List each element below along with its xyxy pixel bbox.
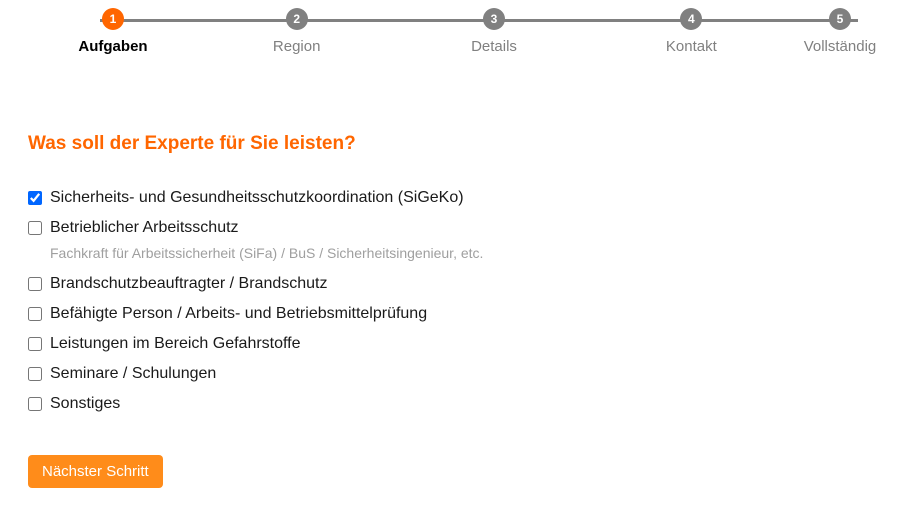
step-aufgaben[interactable]: 1 Aufgaben — [28, 8, 198, 55]
label-sonstiges[interactable]: Sonstiges — [50, 395, 120, 413]
checkbox-gefahrstoffe[interactable] — [28, 337, 42, 351]
label-gefahrstoffe[interactable]: Leistungen im Bereich Gefahrstoffe — [50, 335, 301, 353]
step-kontakt[interactable]: 4 Kontakt — [593, 8, 790, 55]
form-heading: Was soll der Experte für Sie leisten? — [28, 133, 890, 155]
checkbox-sonstiges[interactable] — [28, 397, 42, 411]
hint-arbeitsschutz: Fachkraft für Arbeitssicherheit (SiFa) /… — [50, 245, 890, 261]
step-circle-3: 3 — [483, 8, 505, 30]
checkbox-brandschutz[interactable] — [28, 277, 42, 291]
label-brandschutz[interactable]: Brandschutzbeauftragter / Brandschutz — [50, 275, 328, 293]
option-brandschutz: Brandschutzbeauftragter / Brandschutz — [28, 275, 890, 293]
step-circle-2: 2 — [286, 8, 308, 30]
label-befaehigte[interactable]: Befähigte Person / Arbeits- und Betriebs… — [50, 305, 427, 323]
step-details[interactable]: 3 Details — [395, 8, 592, 55]
step-label-1: Aufgaben — [78, 38, 147, 55]
step-circle-4: 4 — [680, 8, 702, 30]
stepper: 1 Aufgaben 2 Region 3 Details 4 Kontakt … — [0, 0, 918, 55]
step-label-4: Kontakt — [666, 38, 717, 55]
step-vollstaendig[interactable]: 5 Vollständig — [790, 8, 890, 55]
label-arbeitsschutz[interactable]: Betrieblicher Arbeitsschutz — [50, 219, 239, 237]
option-sigeko: Sicherheits- und Gesundheitsschutzkoordi… — [28, 189, 890, 207]
options-list: Sicherheits- und Gesundheitsschutzkoordi… — [28, 189, 890, 413]
step-circle-1: 1 — [102, 8, 124, 30]
option-arbeitsschutz: Betrieblicher Arbeitsschutz — [28, 219, 890, 237]
label-seminare[interactable]: Seminare / Schulungen — [50, 365, 216, 383]
option-sonstiges: Sonstiges — [28, 395, 890, 413]
step-region[interactable]: 2 Region — [198, 8, 395, 55]
label-sigeko[interactable]: Sicherheits- und Gesundheitsschutzkoordi… — [50, 189, 464, 207]
step-circle-5: 5 — [829, 8, 851, 30]
step-label-5: Vollständig — [804, 38, 877, 55]
checkbox-befaehigte[interactable] — [28, 307, 42, 321]
option-seminare: Seminare / Schulungen — [28, 365, 890, 383]
step-label-3: Details — [471, 38, 517, 55]
option-befaehigte: Befähigte Person / Arbeits- und Betriebs… — [28, 305, 890, 323]
checkbox-seminare[interactable] — [28, 367, 42, 381]
step-label-2: Region — [273, 38, 321, 55]
checkbox-sigeko[interactable] — [28, 191, 42, 205]
checkbox-arbeitsschutz[interactable] — [28, 221, 42, 235]
next-step-button[interactable]: Nächster Schritt — [28, 455, 163, 488]
option-gefahrstoffe: Leistungen im Bereich Gefahrstoffe — [28, 335, 890, 353]
